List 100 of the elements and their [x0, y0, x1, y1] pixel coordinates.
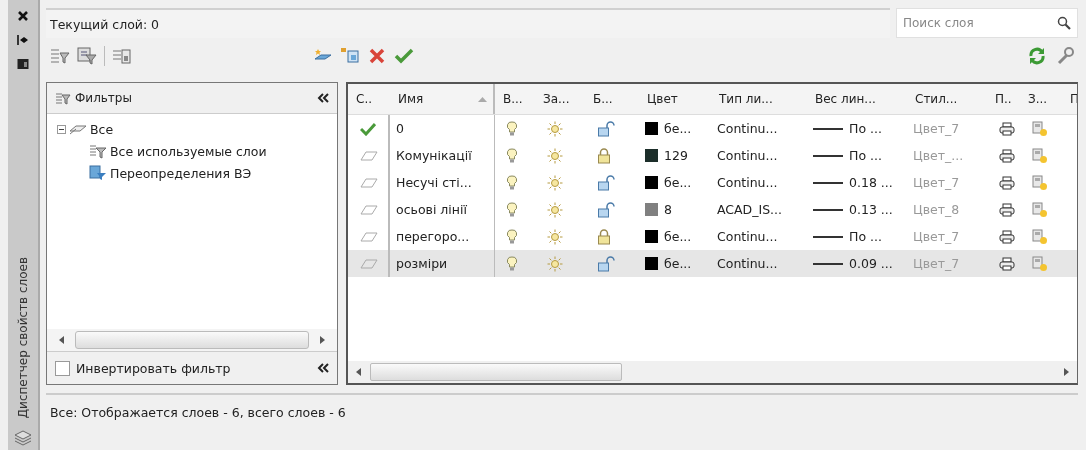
linetype[interactable]: Continu... — [711, 142, 807, 169]
sun-icon[interactable] — [547, 228, 563, 245]
color-swatch[interactable] — [645, 230, 658, 243]
checkbox[interactable] — [55, 360, 70, 376]
lineweight[interactable]: По ... — [849, 148, 882, 163]
sun-icon[interactable] — [547, 147, 563, 164]
new-vp-frozen-layer-icon[interactable] — [340, 47, 360, 65]
column-header[interactable]: Б... — [585, 84, 639, 114]
layer-row[interactable]: 0 бе... Continu... По ... Цвет_7 — [348, 115, 1077, 142]
printer-icon[interactable] — [999, 121, 1015, 136]
new-vp-freeze-icon[interactable] — [1032, 228, 1048, 245]
collapse-icon[interactable] — [317, 93, 329, 103]
sun-icon[interactable] — [547, 120, 563, 137]
layer-row[interactable]: Несучі сті... бе... Continu... 0.18 ... Цвет_7 — [348, 169, 1077, 196]
column-header[interactable]: П.. — [987, 84, 1020, 114]
collapse-icon[interactable] — [317, 363, 329, 373]
closed-lock-icon[interactable] — [597, 228, 611, 245]
scroll-right-icon[interactable] — [319, 336, 325, 344]
open-lock-icon[interactable] — [597, 174, 617, 191]
lineweight[interactable]: 0.13 ... — [849, 202, 893, 217]
scroll-right-icon[interactable] — [1063, 368, 1069, 376]
layer-name[interactable]: Комунікації — [390, 142, 495, 169]
closed-lock-icon[interactable] — [597, 147, 611, 164]
layer-row[interactable]: осьові лінії 8 ACAD_IS... 0.13 ... Цвет_8 — [348, 196, 1077, 223]
color-name[interactable]: 8 — [664, 202, 672, 217]
properties-icon[interactable] — [17, 58, 29, 70]
color-name[interactable]: бе... — [664, 256, 692, 271]
layer-states-icon[interactable] — [112, 47, 132, 65]
lineweight[interactable]: 0.09 ... — [849, 256, 893, 271]
color-swatch[interactable] — [645, 203, 658, 216]
column-header[interactable]: С.. — [348, 84, 390, 114]
lightbulb-icon[interactable] — [507, 201, 517, 218]
open-lock-icon[interactable] — [597, 120, 617, 137]
new-filter-icon[interactable] — [50, 47, 70, 65]
scroll-thumb[interactable] — [370, 363, 622, 381]
linetype[interactable]: ACAD_IS... — [711, 196, 807, 223]
color-name[interactable]: бе... — [664, 175, 692, 190]
layer-row[interactable]: Комунікації 129 Continu... По ... Цвет_... — [348, 142, 1077, 169]
color-name[interactable]: 129 — [664, 148, 688, 163]
sun-icon[interactable] — [547, 255, 563, 272]
column-header[interactable]: В... — [495, 84, 535, 114]
lightbulb-icon[interactable] — [507, 255, 517, 272]
lineweight[interactable]: По ... — [849, 229, 882, 244]
color-swatch[interactable] — [645, 149, 658, 162]
refresh-icon[interactable] — [1028, 47, 1046, 65]
search-icon[interactable] — [1057, 16, 1071, 30]
printer-icon[interactable] — [999, 175, 1015, 190]
column-header[interactable]: Стил... — [907, 84, 987, 114]
sun-icon[interactable] — [547, 201, 563, 218]
new-vp-freeze-icon[interactable] — [1032, 174, 1048, 191]
lightbulb-icon[interactable] — [507, 147, 517, 164]
new-vp-freeze-icon[interactable] — [1032, 120, 1048, 137]
linetype[interactable]: Continu... — [711, 169, 807, 196]
column-header[interactable]: П — [1062, 84, 1077, 114]
linetype[interactable]: Continu... — [711, 250, 807, 277]
lineweight[interactable]: 0.18 ... — [849, 175, 893, 190]
tree-item[interactable]: Все используемые слои — [110, 143, 267, 159]
tree-item[interactable]: Все — [90, 121, 114, 137]
printer-icon[interactable] — [999, 229, 1015, 244]
close-icon[interactable] — [17, 10, 29, 22]
column-header[interactable]: Имя — [390, 84, 495, 114]
column-header[interactable]: За... — [535, 84, 585, 114]
layer-row[interactable]: розміри бе... Continu... 0.09 ... Цвет_7 — [348, 250, 1077, 277]
scroll-thumb[interactable] — [75, 331, 309, 349]
color-swatch[interactable] — [645, 257, 658, 270]
column-header[interactable]: Тип ли... — [711, 84, 807, 114]
search-field[interactable]: Поиск слоя — [896, 8, 1078, 38]
color-name[interactable]: бе... — [664, 121, 692, 136]
collapse-node-icon[interactable] — [57, 124, 66, 134]
auto-hide-icon[interactable] — [17, 34, 29, 46]
linetype[interactable]: Continu... — [711, 223, 807, 250]
layer-name[interactable]: розміри — [390, 250, 495, 277]
scroll-left-icon[interactable] — [356, 368, 362, 376]
open-lock-icon[interactable] — [597, 201, 617, 218]
linetype[interactable]: Continu... — [711, 115, 807, 142]
delete-icon[interactable] — [368, 47, 386, 65]
horizontal-scrollbar[interactable] — [47, 329, 337, 351]
column-header[interactable]: З... — [1020, 84, 1062, 114]
open-lock-icon[interactable] — [597, 255, 617, 272]
checkmark-icon[interactable] — [394, 47, 414, 65]
color-name[interactable]: бе... — [664, 229, 692, 244]
printer-icon[interactable] — [999, 202, 1015, 217]
printer-icon[interactable] — [999, 148, 1015, 163]
new-group-filter-icon[interactable] — [77, 47, 97, 65]
column-header[interactable]: Цвет — [639, 84, 711, 114]
scroll-left-icon[interactable] — [59, 336, 65, 344]
printer-icon[interactable] — [999, 256, 1015, 271]
color-swatch[interactable] — [645, 122, 658, 135]
new-vp-freeze-icon[interactable] — [1032, 255, 1048, 272]
new-vp-freeze-icon[interactable] — [1032, 147, 1048, 164]
tree-item[interactable]: Переопределения ВЭ — [110, 165, 252, 181]
lightbulb-icon[interactable] — [507, 228, 517, 245]
lightbulb-icon[interactable] — [507, 120, 517, 137]
column-header[interactable]: Вес лин... — [807, 84, 907, 114]
horizontal-scrollbar[interactable] — [348, 361, 1077, 383]
new-vp-freeze-icon[interactable] — [1032, 201, 1048, 218]
lightbulb-icon[interactable] — [507, 174, 517, 191]
sun-icon[interactable] — [547, 174, 563, 191]
color-swatch[interactable] — [645, 176, 658, 189]
layer-name[interactable]: 0 — [390, 115, 495, 142]
